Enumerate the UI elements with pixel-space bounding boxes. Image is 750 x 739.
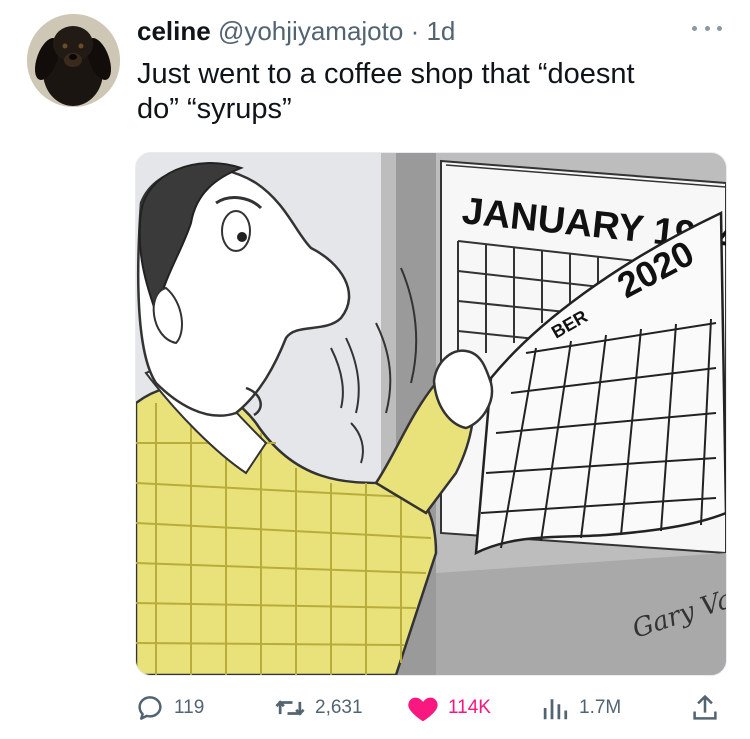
tweet-media-image[interactable]: JANUARY 1984 2020 BER Gary Var — [135, 152, 727, 676]
share-icon — [693, 695, 717, 720]
heart-icon — [408, 697, 438, 722]
share-button[interactable] — [691, 688, 719, 728]
like-count: 114K — [448, 697, 491, 718]
reply-icon — [138, 696, 162, 720]
avatar[interactable] — [27, 14, 120, 107]
tweet-action-bar: 119 2,631 114K 1.7M — [135, 688, 725, 728]
display-name[interactable]: celine — [137, 16, 211, 46]
views-icon — [543, 699, 568, 720]
retweet-button[interactable]: 2,631 — [274, 688, 363, 728]
separator-dot: · — [410, 16, 420, 46]
more-icon[interactable] — [692, 16, 722, 40]
views-count: 1.7M — [579, 697, 622, 718]
reply-button[interactable]: 119 — [135, 688, 204, 728]
timestamp[interactable]: 1d — [426, 16, 455, 46]
tweet-header: celine @yohjiyamajoto · 1d — [137, 14, 680, 48]
reply-count: 119 — [174, 697, 205, 718]
views-button[interactable]: 1.7M — [540, 688, 621, 728]
dog-avatar-image — [27, 14, 120, 107]
tweet-text: Just went to a coffee shop that “doesnt … — [137, 58, 635, 125]
retweet-icon — [275, 700, 305, 716]
retweet-count: 2,631 — [315, 697, 363, 718]
like-button[interactable]: 114K — [407, 688, 491, 728]
user-handle[interactable]: @yohjiyamajoto — [218, 16, 403, 46]
